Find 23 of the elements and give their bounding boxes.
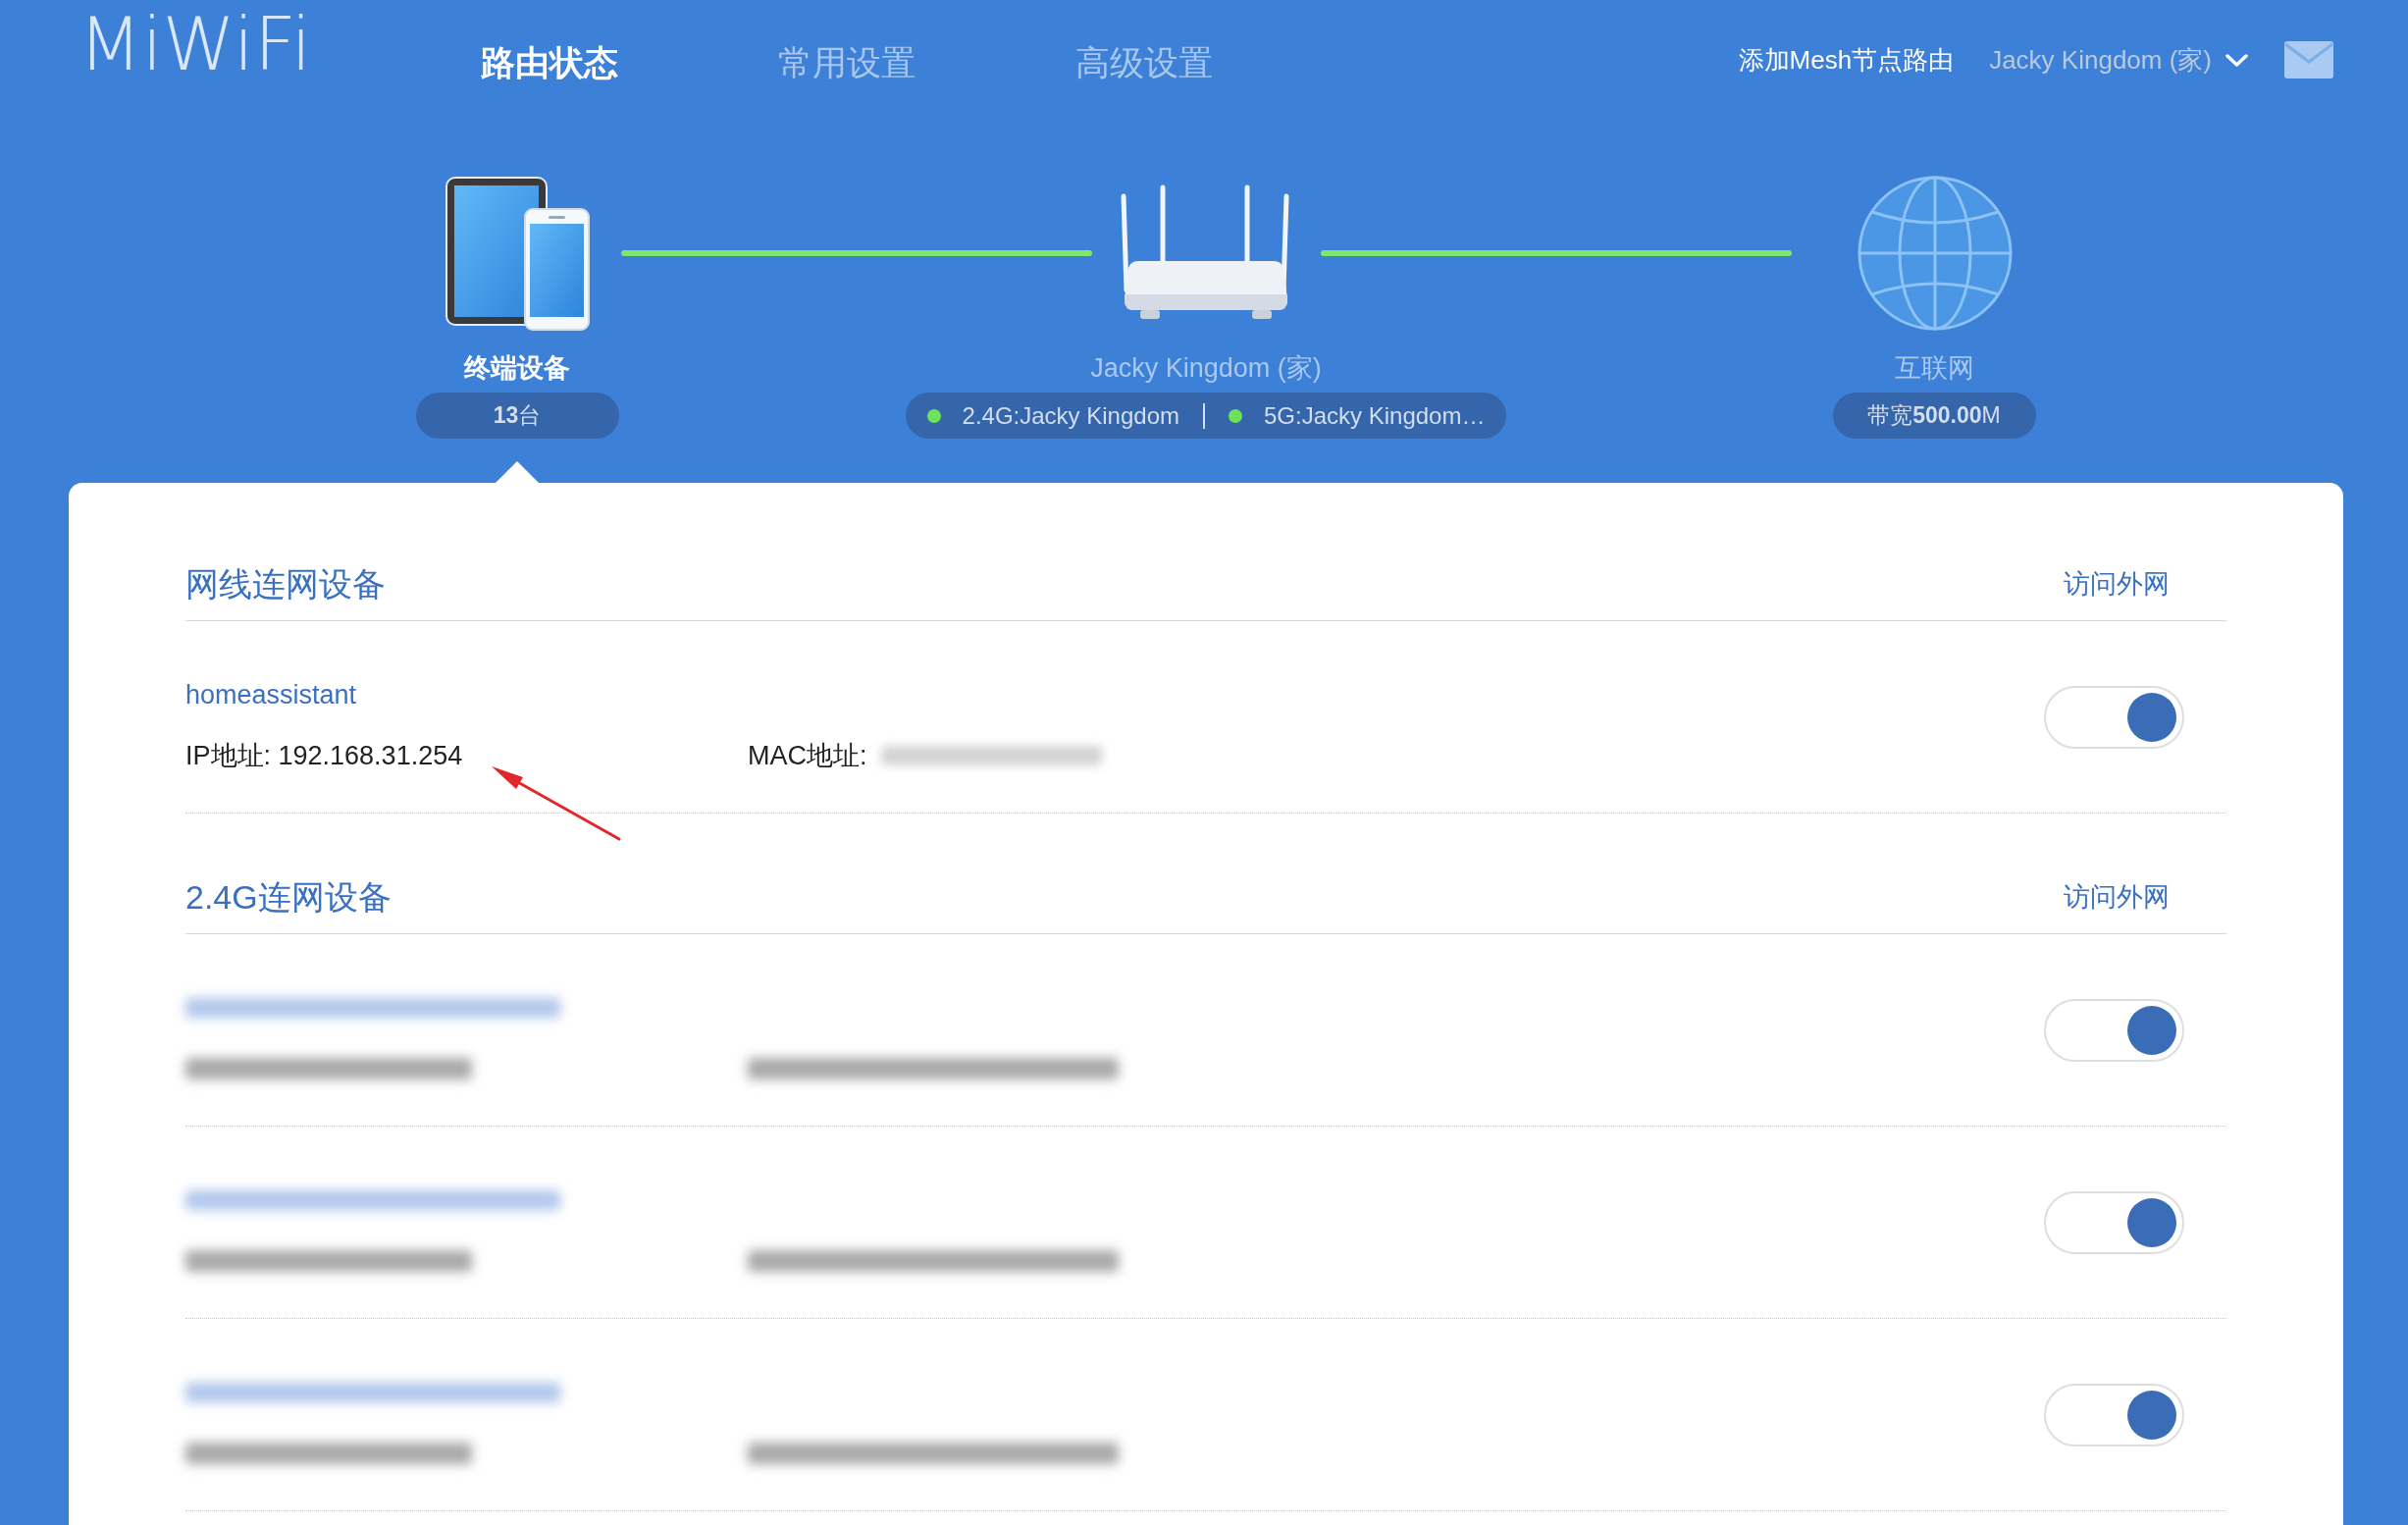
logo: MiWiFi [79, 1, 312, 87]
wifi-network-name: 5G:Jacky Kingdom… [1264, 400, 1486, 431]
device-name-link[interactable]: homeassistant [185, 677, 357, 711]
section-title: 网线连网设备 [185, 564, 386, 604]
node-badge: 带宽500.00M [1832, 393, 2036, 439]
nav-tab[interactable]: 路由状态 [481, 42, 618, 83]
chevron-down-icon [2225, 52, 2249, 68]
section-title: 2.4G连网设备 [185, 877, 392, 917]
wifi-network-name: 2.4G:Jacky Kingdom [962, 400, 1179, 431]
nav-tab[interactable]: 常用设置 [778, 42, 916, 83]
add-mesh-link[interactable]: 添加Mesh节点路由 [1738, 44, 1955, 76]
nav-tab[interactable]: 高级设置 [1075, 42, 1213, 83]
node-label[interactable]: 终端设备 [464, 351, 570, 385]
tablet-phone-icon [445, 175, 591, 332]
ip-address-text: IP地址: 192.168.31.254 [185, 740, 463, 770]
node-label[interactable]: 互联网 [1894, 351, 1974, 385]
node-label[interactable]: Jacky Kingdom (家) [1090, 351, 1322, 385]
router-menu-button[interactable]: Jacky Kingdom (家) [1989, 44, 2249, 76]
internet-access-link[interactable]: 访问外网 [2064, 880, 2170, 914]
node-badge: 13台 [415, 393, 619, 439]
internet-access-link[interactable]: 访问外网 [2064, 567, 2170, 601]
mac-label: MAC地址: [748, 739, 867, 772]
globe-icon [1856, 175, 2015, 332]
